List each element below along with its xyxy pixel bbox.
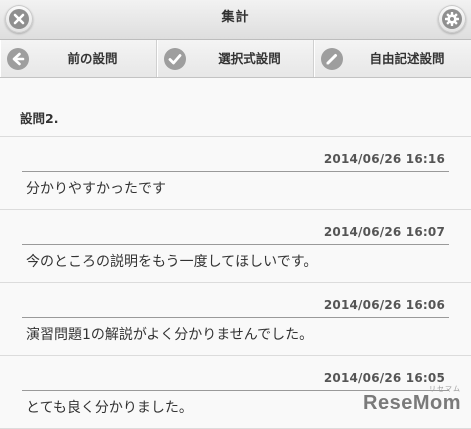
choice-question-label: 選択式設問 [218,51,281,66]
response-text: 分かりやすかったです [26,181,166,197]
prev-question-label: 前の設問 [67,51,118,66]
arrow-left-icon [7,48,29,70]
divider [22,171,449,172]
question-heading: 設問2. [20,111,59,126]
watermark-logo: リセマム ReseMom [363,386,461,415]
response-text: 演習問題1の解説がよく分かりませんでした。 [26,327,314,343]
checkmark-icon [164,48,186,70]
response-timestamp: 2014/06/26 16:05 [323,371,445,385]
response-text: 今のところの説明をもう一度してほしいです。 [26,254,318,270]
choice-question-button[interactable]: 選択式設問 [157,40,314,77]
nav-bar: 前の設問 選択式設問 自由記述設問 [0,40,471,78]
response-timestamp: 2014/06/26 16:07 [323,225,445,239]
divider [22,244,449,245]
page-title: 集計 [221,10,250,25]
settings-button[interactable] [438,5,466,33]
list-item: 2014/06/26 16:07 今のところの説明をもう一度してほしいです。 [0,210,471,283]
pencil-icon [321,48,343,70]
free-text-question-button[interactable]: 自由記述設問 [314,40,471,77]
response-text: とても良く分かりました。 [26,400,193,416]
divider [22,390,449,391]
list-item: 2014/06/26 16:06 演習問題1の解説がよく分かりませんでした。 [0,283,471,356]
response-list: 2014/06/26 16:16 分かりやすかったです 2014/06/26 1… [0,136,471,429]
response-timestamp: 2014/06/26 16:06 [323,298,445,312]
divider [22,317,449,318]
free-text-question-label: 自由記述設問 [369,51,445,66]
list-item: 2014/06/26 16:16 分かりやすかったです [0,137,471,210]
watermark-small-text: リセマム [429,386,461,393]
watermark-text: ReseMom [363,392,461,414]
header-bar: 集計 [0,0,471,40]
prev-question-button[interactable]: 前の設問 [0,40,157,77]
response-timestamp: 2014/06/26 16:16 [323,152,445,166]
